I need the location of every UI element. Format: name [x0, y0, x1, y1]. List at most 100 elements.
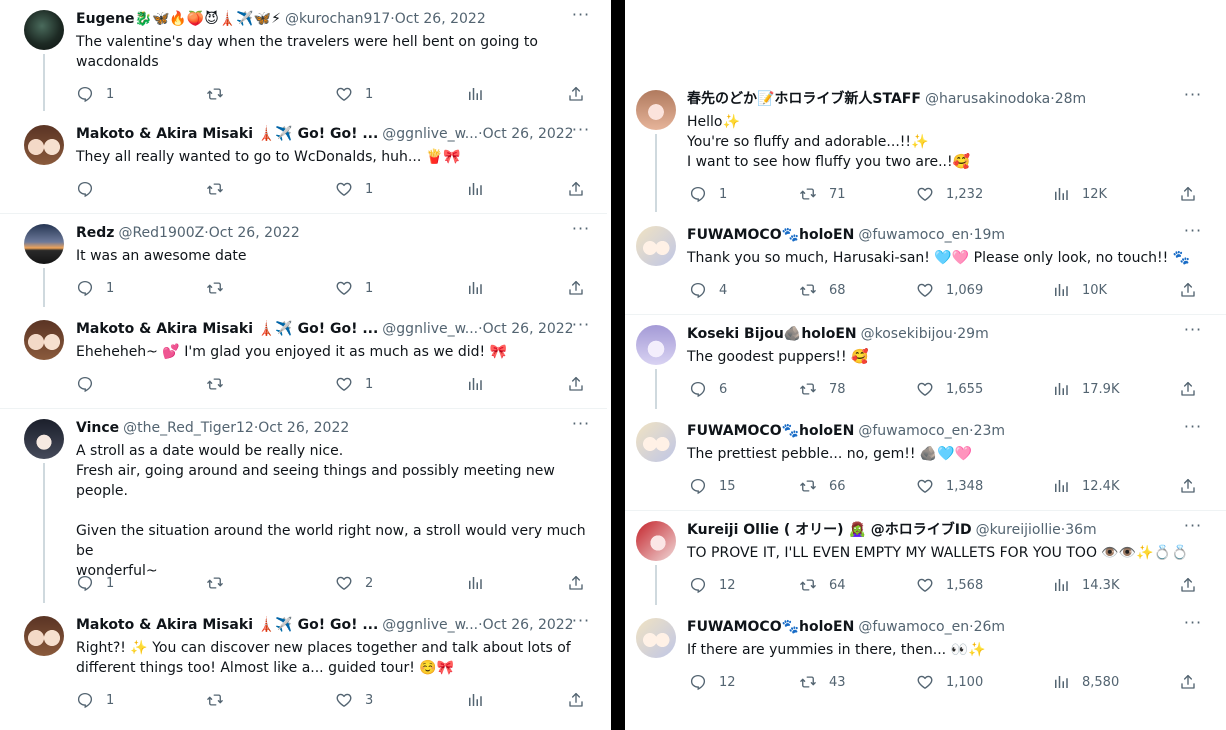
timestamp[interactable]: Oct 26, 2022 — [483, 124, 574, 144]
display-name[interactable]: FUWAMOCO🐾holoEN — [687, 421, 854, 441]
like-button[interactable]: 1,348 — [916, 476, 983, 496]
reply-button[interactable] — [76, 374, 106, 394]
avatar[interactable] — [636, 618, 676, 658]
timestamp[interactable]: Oct 26, 2022 — [483, 615, 574, 635]
like-button[interactable]: 1 — [335, 278, 373, 298]
like-button[interactable]: 1,069 — [916, 280, 983, 300]
timestamp[interactable]: 36m — [1065, 520, 1096, 540]
more-icon[interactable]: ··· — [570, 122, 592, 143]
share-button[interactable] — [567, 179, 585, 199]
views-button[interactable]: 14.3K — [1052, 575, 1119, 595]
tweet[interactable]: FUWAMOCO🐾holoEN @fuwamoco_en · 23m ··· The … — [625, 412, 1226, 510]
views-button[interactable] — [466, 278, 496, 298]
timestamp[interactable]: 29m — [957, 324, 988, 344]
user-handle[interactable]: @Red1900Z — [118, 223, 204, 243]
tweet[interactable]: Makoto & Akira Misaki 🗼✈️ Go! Go! ... @gg… — [0, 310, 607, 408]
more-icon[interactable]: ··· — [1182, 87, 1204, 108]
retweet-button[interactable] — [206, 690, 236, 710]
views-button[interactable]: 8,580 — [1052, 672, 1119, 692]
display-name[interactable]: Koseki Bijou🪨holoEN — [687, 324, 857, 344]
user-handle[interactable]: @the_Red_Tiger12 — [123, 418, 254, 438]
more-icon[interactable]: ··· — [570, 7, 592, 28]
retweet-button[interactable]: 78 — [799, 379, 846, 399]
avatar[interactable] — [24, 125, 64, 165]
display-name[interactable]: Makoto & Akira Misaki 🗼✈️ Go! Go! ... — [76, 319, 378, 339]
reply-button[interactable]: 12 — [689, 575, 736, 595]
reply-button[interactable]: 12 — [689, 672, 736, 692]
like-button[interactable]: 3 — [335, 690, 373, 710]
user-handle[interactable]: @kurochan917 — [285, 9, 390, 29]
like-button[interactable]: 1,232 — [916, 184, 983, 204]
tweet[interactable]: Eugene🐉🦋🔥🍑😈🗼✈️🦋⚡ @kurochan917 · Oct 26, 2… — [0, 0, 607, 115]
share-button[interactable] — [567, 573, 585, 593]
views-button[interactable]: 12K — [1052, 184, 1107, 204]
more-icon[interactable]: ··· — [1182, 518, 1204, 539]
retweet-button[interactable] — [206, 179, 236, 199]
display-name[interactable]: Vince — [76, 418, 119, 438]
tweet[interactable]: Kureiji Ollie ( オリー) 🧟‍♀️ @ホロライブID @kurei… — [625, 510, 1226, 608]
timestamp[interactable]: Oct 26, 2022 — [395, 9, 486, 29]
share-button[interactable] — [1179, 184, 1197, 204]
like-button[interactable]: 1 — [335, 179, 373, 199]
avatar[interactable] — [636, 325, 676, 365]
views-button[interactable]: 17.9K — [1052, 379, 1119, 399]
share-button[interactable] — [1179, 280, 1197, 300]
timestamp[interactable]: 19m — [974, 225, 1005, 245]
share-button[interactable] — [1179, 575, 1197, 595]
user-handle[interactable]: @fuwamoco_en — [858, 225, 969, 245]
display-name[interactable]: Makoto & Akira Misaki 🗼✈️ Go! Go! ... — [76, 615, 378, 635]
avatar[interactable] — [636, 521, 676, 561]
display-name[interactable]: 春先のどか📝ホロライブ新人STAFF — [687, 89, 921, 109]
user-handle[interactable]: @harusakinodoka — [925, 89, 1050, 109]
like-button[interactable]: 1 — [335, 84, 373, 104]
avatar[interactable] — [24, 320, 64, 360]
tweet[interactable]: Vince @the_Red_Tiger12 · Oct 26, 2022 ··· A… — [0, 408, 607, 606]
display-name[interactable]: Kureiji Ollie ( オリー) 🧟‍♀️ @ホロライブID — [687, 520, 972, 540]
views-button[interactable] — [466, 84, 496, 104]
retweet-button[interactable]: 71 — [799, 184, 846, 204]
timestamp[interactable]: Oct 26, 2022 — [483, 319, 574, 339]
more-icon[interactable]: ··· — [570, 317, 592, 338]
avatar[interactable] — [24, 10, 64, 50]
retweet-button[interactable] — [206, 278, 236, 298]
views-button[interactable] — [466, 690, 496, 710]
retweet-button[interactable] — [206, 84, 236, 104]
reply-button[interactable]: 1 — [76, 84, 114, 104]
more-icon[interactable]: ··· — [1182, 223, 1204, 244]
user-handle[interactable]: @kosekibijou — [861, 324, 953, 344]
more-icon[interactable]: ··· — [570, 613, 592, 634]
user-handle[interactable]: @ggnlive_w... — [382, 319, 478, 339]
retweet-button[interactable]: 64 — [799, 575, 846, 595]
avatar[interactable] — [24, 224, 64, 264]
reply-button[interactable]: 15 — [689, 476, 736, 496]
user-handle[interactable]: @kureijiollie — [976, 520, 1061, 540]
reply-button[interactable]: 1 — [689, 184, 727, 204]
views-button[interactable] — [466, 573, 496, 593]
more-icon[interactable]: ··· — [570, 416, 592, 437]
share-button[interactable] — [567, 84, 585, 104]
share-button[interactable] — [567, 374, 585, 394]
user-handle[interactable]: @ggnlive_w... — [382, 615, 478, 635]
display-name[interactable]: Eugene🐉🦋🔥🍑😈🗼✈️🦋⚡ — [76, 9, 281, 29]
share-button[interactable] — [567, 690, 585, 710]
display-name[interactable]: FUWAMOCO🐾holoEN — [687, 617, 854, 637]
timestamp[interactable]: Oct 26, 2022 — [209, 223, 300, 243]
display-name[interactable]: Makoto & Akira Misaki 🗼✈️ Go! Go! ... — [76, 124, 378, 144]
reply-button[interactable]: 1 — [76, 690, 114, 710]
more-icon[interactable]: ··· — [1182, 615, 1204, 636]
avatar[interactable] — [636, 422, 676, 462]
like-button[interactable]: 1 — [335, 374, 373, 394]
share-button[interactable] — [1179, 672, 1197, 692]
tweet[interactable]: FUWAMOCO🐾holoEN @fuwamoco_en · 26m ··· If t… — [625, 608, 1226, 730]
reply-button[interactable] — [76, 179, 106, 199]
share-button[interactable] — [567, 278, 585, 298]
reply-button[interactable]: 1 — [76, 278, 114, 298]
retweet-button[interactable] — [206, 374, 236, 394]
user-handle[interactable]: @fuwamoco_en — [858, 617, 969, 637]
timestamp[interactable]: 26m — [974, 617, 1005, 637]
timestamp[interactable]: Oct 26, 2022 — [258, 418, 349, 438]
tweet[interactable]: Redz @Red1900Z · Oct 26, 2022 ··· It was an… — [0, 213, 607, 310]
share-button[interactable] — [1179, 379, 1197, 399]
avatar[interactable] — [636, 90, 676, 130]
retweet-button[interactable]: 43 — [799, 672, 846, 692]
